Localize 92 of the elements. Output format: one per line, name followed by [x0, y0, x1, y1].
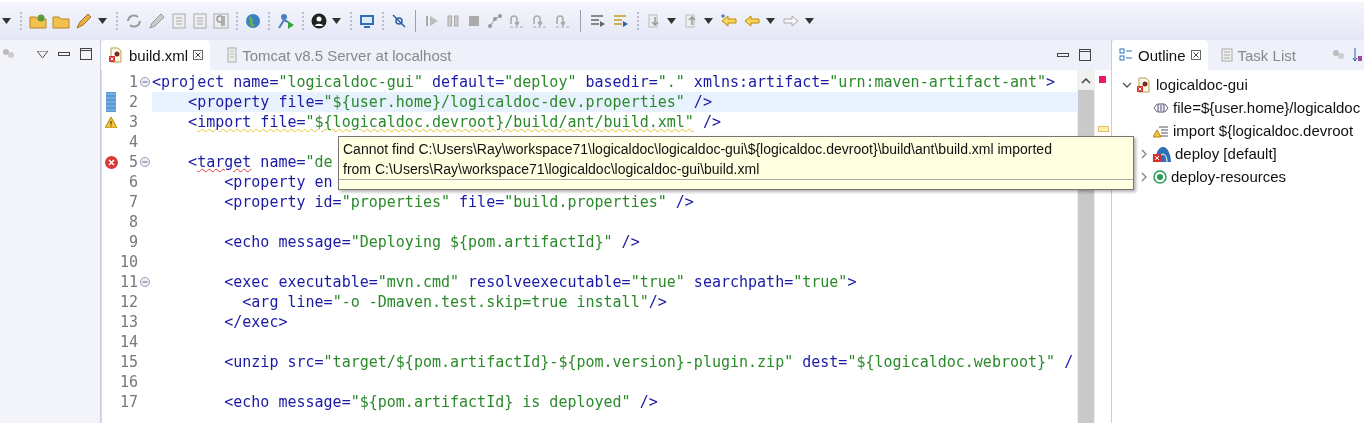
line-number: 17	[120, 393, 138, 411]
stop-icon[interactable]	[466, 13, 482, 29]
minimize-icon[interactable]	[58, 52, 70, 56]
monitor-icon[interactable]	[359, 13, 375, 29]
tooltip-text: Cannot find C:\Users\Ray\workspace71\logicaldoc\logicaldoc-gui\${logicaldoc.devroot}\build\ant\build.xml imported	[342, 140, 1053, 159]
tree-item[interactable]: file=${user.home}/logicaldoc	[1173, 99, 1361, 116]
code-line: <exec executable="mvn.cmd" resolveexecutable="true" searchpath="true">	[223, 273, 857, 291]
import-warning-icon	[1153, 123, 1169, 138]
line-number: 3	[127, 113, 138, 131]
caret-icon[interactable]	[766, 18, 775, 24]
pen-icon[interactable]	[75, 13, 93, 29]
down-arrow-icon[interactable]	[646, 13, 662, 29]
slash-icon[interactable]	[391, 13, 407, 29]
code-line: <echo message="${pom.artifactId} is deployed" />	[223, 393, 658, 411]
fold-icon[interactable]	[140, 77, 150, 87]
close-icon[interactable]	[1190, 50, 1201, 60]
code-line: <target name="de	[187, 153, 333, 171]
ant-file-icon	[108, 47, 124, 63]
clipboard-icon	[1220, 48, 1233, 62]
refresh-icon[interactable]	[125, 13, 143, 29]
step-arrow-icon[interactable]	[531, 13, 549, 29]
sort-icon[interactable]	[1352, 47, 1362, 63]
warning-marker[interactable]	[1098, 126, 1109, 132]
caret-icon[interactable]	[98, 18, 107, 24]
tree-item[interactable]: deploy-resources	[1171, 168, 1287, 185]
maximize-icon[interactable]	[80, 48, 92, 60]
code-line: <echo message="Deploying ${pom.artifactId}" />	[223, 233, 640, 251]
fold-icon[interactable]	[140, 157, 150, 167]
step-arrow-icon[interactable]	[554, 13, 572, 29]
line-number: 2	[127, 93, 138, 111]
target-icon	[1153, 169, 1167, 184]
property-icon	[1153, 101, 1169, 114]
back-arrow-icon[interactable]	[720, 13, 738, 29]
line-number: 7	[127, 193, 138, 211]
code-line: <property en	[223, 173, 333, 191]
editor-tab[interactable]: build.xml	[101, 40, 211, 70]
line-number: 9	[127, 233, 138, 251]
caret-icon[interactable]	[805, 18, 814, 24]
caret-icon[interactable]	[667, 18, 676, 24]
line-number: 4	[127, 133, 138, 151]
maximize-icon[interactable]	[1079, 49, 1091, 61]
server-icon	[227, 47, 238, 63]
folder-icon[interactable]	[29, 13, 47, 29]
code-line: <arg line="-o -Dmaven.test.skip=true install"/>	[241, 293, 667, 311]
minimize-icon[interactable]	[1057, 53, 1069, 57]
code-line: </exec>	[223, 313, 288, 331]
play-icon[interactable]	[424, 13, 440, 29]
run-icon[interactable]	[277, 13, 295, 29]
line-number: 12	[120, 293, 138, 311]
lines-arrow-icon[interactable]	[589, 13, 607, 29]
chevron-right-icon[interactable]	[1139, 171, 1149, 182]
lines-arrow-icon[interactable]	[612, 13, 630, 29]
step-arrow-icon[interactable]	[508, 13, 526, 29]
caret-icon[interactable]	[2, 18, 11, 24]
paragraph-icon[interactable]	[213, 13, 229, 29]
caret-icon[interactable]	[332, 18, 341, 24]
line-number: 14	[120, 333, 138, 351]
folder-icon[interactable]	[52, 13, 70, 29]
code-line: <project name="logicaldoc-gui" default="deploy" basedir="." xmlns:artifact="urn:maven-artifact-ant">	[152, 73, 1056, 91]
line-number: 16	[120, 373, 138, 391]
line-number: 5	[127, 153, 138, 171]
fold-icon[interactable]	[140, 277, 150, 287]
tree-item[interactable]: logicaldoc-gui	[1156, 76, 1248, 93]
close-icon[interactable]	[193, 50, 204, 60]
nodes-icon[interactable]	[487, 13, 503, 29]
tooltip-text: from C:\Users\Ray\workspace71\logicaldoc\logicaldoc-gui\build.xml	[342, 160, 761, 179]
pencil-icon[interactable]	[148, 13, 166, 29]
line-number: 15	[120, 353, 138, 371]
code-line: <unzip src="target/${pom.artifactId}-${pom.version}-plugin.zip" dest="${logicaldoc.webroot}" /	[223, 353, 1074, 371]
target-error-icon	[1153, 145, 1171, 162]
ant-file-icon	[1136, 76, 1152, 93]
line-number: 11	[120, 273, 138, 291]
error-marker[interactable]	[1099, 76, 1106, 83]
line-number: 8	[127, 213, 138, 231]
line-number: 1	[127, 73, 138, 91]
caret-icon[interactable]	[37, 50, 48, 58]
tree-item[interactable]: deploy [default]	[1175, 145, 1277, 162]
code-line: <property id="properties" file="build.properties" />	[223, 193, 694, 211]
line-number: 13	[120, 313, 138, 331]
line-number: 6	[127, 173, 138, 191]
back-arrow-icon[interactable]	[743, 13, 761, 29]
line-number: 10	[120, 253, 138, 271]
code-line: <property file="${user.home}/logicaldoc-dev.properties" />	[187, 93, 712, 111]
chevron-right-icon[interactable]	[1139, 148, 1149, 159]
globe-icon[interactable]	[245, 13, 261, 29]
tree-item[interactable]: import ${logicaldoc.devroot	[1173, 122, 1354, 139]
view-tab[interactable]: Outline	[1112, 40, 1208, 70]
pause-icon[interactable]	[445, 13, 461, 29]
code-line: <import file="${logicaldoc.devroot}/build/ant/build.xml" />	[187, 113, 721, 131]
person-icon[interactable]	[311, 13, 327, 29]
caret-icon[interactable]	[704, 18, 713, 24]
outline-icon	[1119, 48, 1133, 62]
